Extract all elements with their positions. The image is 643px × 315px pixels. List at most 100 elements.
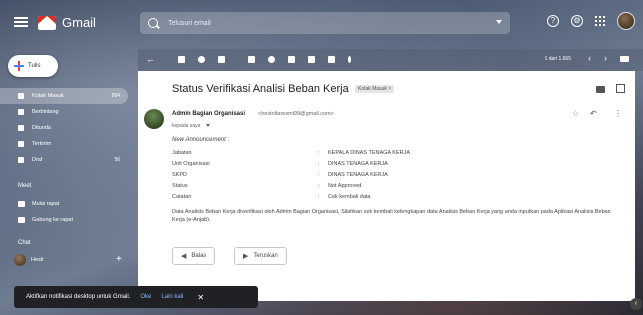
star-icon xyxy=(18,109,24,115)
search-input[interactable]: Telusuri email xyxy=(168,20,211,27)
send-icon xyxy=(18,141,24,147)
recipient-details-chevron-icon[interactable] xyxy=(206,124,210,127)
snackbar-text: Aktifkan notifikasi desktop untuk Gmail. xyxy=(26,294,131,300)
new-chat-plus-icon[interactable]: + xyxy=(116,254,122,265)
field-label: SKPD xyxy=(172,172,187,178)
label-icon[interactable] xyxy=(328,56,335,63)
pagination-text: 1 dari 1.665 xyxy=(544,56,571,62)
more-vert-icon[interactable] xyxy=(348,56,351,63)
sender-avatar[interactable] xyxy=(144,109,164,129)
star-icon[interactable]: ☆ xyxy=(572,109,579,118)
reply-label: Balas xyxy=(191,253,207,259)
help-icon[interactable]: ? xyxy=(547,15,559,27)
message-toolbar: ← 1 dari 1.665 ‹ › xyxy=(138,49,643,71)
search-icon[interactable] xyxy=(148,18,158,28)
meet-join-label: Gabung ke rapat xyxy=(32,217,73,223)
field-label: Catatan xyxy=(172,194,192,200)
snackbar-later-button[interactable]: Lain kali xyxy=(161,294,183,300)
inbox-icon xyxy=(18,93,24,99)
field-value: Cek kembali data xyxy=(328,194,371,200)
plus-icon xyxy=(14,61,24,71)
field-label: Jabatan xyxy=(172,150,192,156)
delete-icon[interactable] xyxy=(218,56,225,63)
archive-icon[interactable] xyxy=(178,56,185,63)
forward-arrow-icon: ▶ xyxy=(243,253,249,260)
keyboard-icon xyxy=(18,217,25,223)
gmail-m-icon xyxy=(38,15,56,30)
inbox-label-chip[interactable]: Kotak Masuk × xyxy=(355,85,395,93)
snackbar-ok-button[interactable]: Oke xyxy=(140,294,151,300)
sidebar-item-label: Berbintang xyxy=(32,109,59,115)
meet-start-label: Mulai rapat xyxy=(32,201,60,207)
report-spam-icon[interactable] xyxy=(198,56,205,63)
forward-label: Teruskan xyxy=(253,253,278,259)
field-colon: : xyxy=(318,194,320,200)
main-menu-icon[interactable] xyxy=(14,17,28,27)
draft-icon xyxy=(18,157,24,163)
apps-grid-icon[interactable] xyxy=(595,16,605,26)
notification-snackbar: Aktifkan notifikasi desktop untuk Gmail.… xyxy=(14,286,258,308)
add-task-icon[interactable] xyxy=(288,56,295,63)
top-bar: Gmail Telusuri email ? ⚙ xyxy=(0,0,643,44)
meet-section-title: Meet xyxy=(18,183,32,189)
video-camera-icon xyxy=(18,201,25,207)
sidebar-item-label: Terkirim xyxy=(32,141,52,147)
sidebar-item-label: Ditunda xyxy=(32,125,51,131)
field-colon: : xyxy=(318,150,320,156)
move-to-icon[interactable] xyxy=(308,56,315,63)
newer-chevron-icon[interactable]: ‹ xyxy=(588,53,591,63)
app-name: Gmail xyxy=(62,15,96,30)
account-avatar[interactable] xyxy=(617,12,635,30)
clock-icon xyxy=(18,125,24,131)
sender-name[interactable]: Admin Bagian Organisasi xyxy=(172,111,245,117)
chat-section-title: Chat xyxy=(18,240,31,246)
compose-label: Tulis xyxy=(28,63,41,69)
sidebar-item-inbox[interactable]: Kotak Masuk 994 xyxy=(0,88,128,104)
sidebar-item-label: Kotak Masuk xyxy=(32,93,64,99)
field-value: Not Approved xyxy=(328,183,362,189)
input-tools-icon[interactable] xyxy=(620,56,629,62)
sidebar-item-label: Draf xyxy=(32,157,43,163)
reply-button[interactable]: ◀ Balas xyxy=(172,247,216,265)
gmail-logo[interactable]: Gmail xyxy=(38,15,96,30)
search-options-icon[interactable] xyxy=(496,20,502,24)
field-colon: : xyxy=(318,161,320,167)
top-right-actions: ? ⚙ xyxy=(547,12,635,30)
message-subject: Status Verifikasi Analisi Beban Kerja xyxy=(172,83,349,95)
settings-gear-icon[interactable]: ⚙ xyxy=(571,15,583,27)
mark-unread-icon[interactable] xyxy=(248,56,255,63)
chat-avatar xyxy=(14,254,26,266)
meet-join-item[interactable]: Gabung ke rapat xyxy=(18,217,73,223)
reply-icon[interactable]: ↶ xyxy=(590,109,597,118)
inbox-count: 994 xyxy=(111,93,120,99)
back-arrow-icon[interactable]: ← xyxy=(146,54,155,64)
older-chevron-icon[interactable]: › xyxy=(604,53,607,63)
sidebar-nav: Kotak Masuk 994 Berbintang Ditunda Terki… xyxy=(0,88,128,168)
compose-button[interactable]: Tulis xyxy=(8,55,58,77)
chat-user-item[interactable]: Hesti xyxy=(14,254,44,266)
field-label: Status xyxy=(172,183,188,189)
snooze-icon[interactable] xyxy=(268,56,275,63)
sidebar-item-sent[interactable]: Terkirim xyxy=(0,136,128,152)
reply-arrow-icon: ◀ xyxy=(181,253,187,260)
close-icon[interactable]: ✕ xyxy=(197,293,204,302)
announcement-heading: New Announcement : xyxy=(172,137,230,143)
print-icon[interactable] xyxy=(596,86,605,93)
sidebar-item-drafts[interactable]: Draf 56 xyxy=(0,152,128,168)
message-pane: Status Verifikasi Analisi Beban Kerja Ko… xyxy=(138,71,635,301)
open-new-window-icon[interactable] xyxy=(616,84,625,93)
field-value: KEPALA DINAS TENAGA KERJA xyxy=(328,150,411,156)
field-value: DINAS TENAGA KERJA xyxy=(328,172,388,178)
field-colon: : xyxy=(318,172,320,178)
side-panel-toggle-icon[interactable]: ‹ xyxy=(630,298,642,310)
sender-email: <hestoltaresmi99@gmail.com> xyxy=(258,111,334,117)
field-label: Unit Organisasi xyxy=(172,161,210,167)
meet-start-item[interactable]: Mulai rapat xyxy=(18,201,59,207)
search-bar[interactable]: Telusuri email xyxy=(140,12,510,34)
sidebar-item-starred[interactable]: Berbintang xyxy=(0,104,128,120)
forward-button[interactable]: ▶ Teruskan xyxy=(234,247,287,265)
recipient-text: kepada saya xyxy=(172,123,201,129)
sidebar-item-snoozed[interactable]: Ditunda xyxy=(0,120,128,136)
more-options-icon[interactable]: ⋮ xyxy=(614,109,622,118)
field-colon: : xyxy=(318,183,320,189)
